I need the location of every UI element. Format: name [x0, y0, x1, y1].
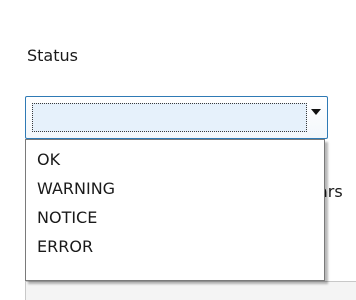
status-selected-field[interactable] [32, 103, 307, 132]
dialog: ... Status ars OK WARNING NOTICE ERROR [0, 0, 356, 300]
status-option-notice[interactable]: NOTICE [26, 203, 324, 232]
status-options-list[interactable]: OK WARNING NOTICE ERROR [25, 139, 325, 281]
chevron-down-icon[interactable] [311, 109, 321, 115]
status-option-error[interactable]: ERROR [26, 232, 324, 261]
cropped-heading: ... [70, 0, 97, 3]
status-label: Status [27, 46, 78, 65]
obscured-panel [25, 281, 356, 300]
status-option-ok[interactable]: OK [26, 145, 324, 174]
status-option-warning[interactable]: WARNING [26, 174, 324, 203]
status-dropdown[interactable] [25, 96, 328, 139]
